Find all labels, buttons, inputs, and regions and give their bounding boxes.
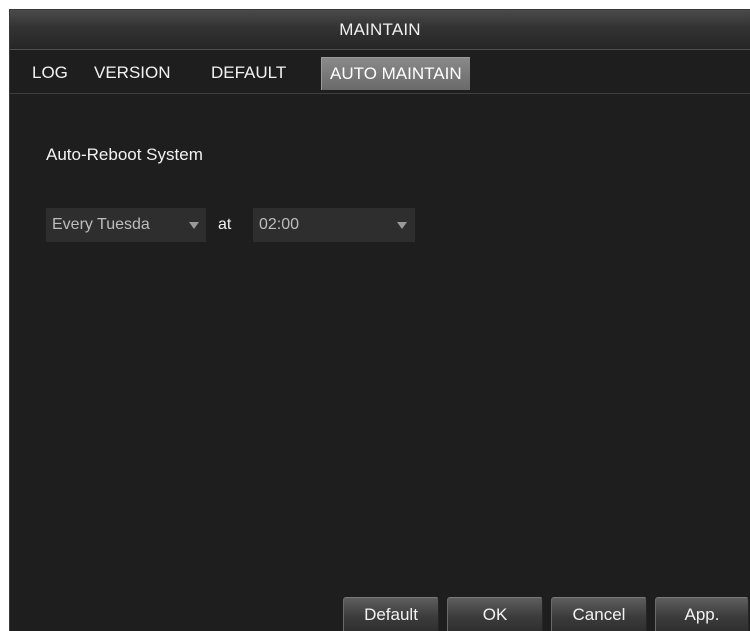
ok-button[interactable]: OK [447,597,543,631]
tab-default[interactable]: DEFAULT [203,57,294,89]
default-button[interactable]: Default [343,597,439,631]
reboot-time-select[interactable]: 02:00 [253,208,415,242]
tab-version[interactable]: VERSION [86,57,179,89]
window-title: MAINTAIN [10,10,750,50]
auto-reboot-label: Auto-Reboot System [46,145,203,164]
reboot-day-select[interactable]: Every Tuesda [46,208,206,242]
apply-button[interactable]: App. [655,597,749,631]
maintain-window: MAINTAIN LOG VERSION DEFAULT AUTO MAINTA… [9,9,750,631]
reboot-day-value: Every Tuesda [52,216,150,233]
chevron-down-icon [397,222,407,229]
tab-log[interactable]: LOG [24,57,76,89]
tab-auto-maintain[interactable]: AUTO MAINTAIN [321,57,470,90]
at-label: at [218,216,232,233]
reboot-time-value: 02:00 [259,216,300,233]
tab-bar: LOG VERSION DEFAULT AUTO MAINTAIN [10,52,750,94]
chevron-down-icon [189,222,199,229]
cancel-button[interactable]: Cancel [551,597,647,631]
